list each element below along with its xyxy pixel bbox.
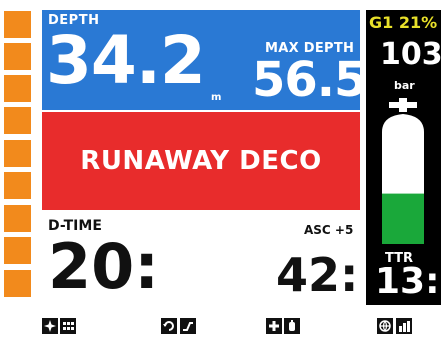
grid-icon[interactable] <box>60 318 76 334</box>
cylinder-gauge <box>382 98 424 244</box>
depth-value: 34.2 <box>46 22 206 99</box>
cylinder-fill <box>382 193 424 244</box>
refresh-icon[interactable] <box>161 318 177 334</box>
gas-label: G1 21% <box>369 13 438 32</box>
ascent-label: ASC +5 <box>304 223 354 237</box>
segment <box>4 11 31 38</box>
bar-chart-icon[interactable] <box>396 318 412 334</box>
compass-icon[interactable] <box>42 318 58 334</box>
max-depth-value: 56.5 <box>252 52 367 108</box>
segment <box>4 107 31 134</box>
ascent-value: 42: <box>276 248 359 302</box>
segment <box>4 172 31 199</box>
ttr-value: 13: <box>375 261 440 302</box>
segment <box>4 270 31 297</box>
segment <box>4 140 31 167</box>
tank-pressure-value: 103 <box>380 37 441 72</box>
depth-unit: m <box>211 92 222 103</box>
segment <box>4 205 31 232</box>
tank-pressure-unit: bar <box>394 79 415 92</box>
graph-icon[interactable] <box>180 318 196 334</box>
plus-icon[interactable] <box>266 318 282 334</box>
tank-icon[interactable] <box>284 318 300 334</box>
alarm-message: RUNAWAY DECO <box>80 146 322 176</box>
segment <box>4 75 31 102</box>
segment <box>4 43 31 70</box>
globe-icon[interactable] <box>377 318 393 334</box>
segment <box>4 237 31 264</box>
dive-time-value: 20: <box>48 230 160 303</box>
cylinder-valve-knob <box>389 102 417 108</box>
